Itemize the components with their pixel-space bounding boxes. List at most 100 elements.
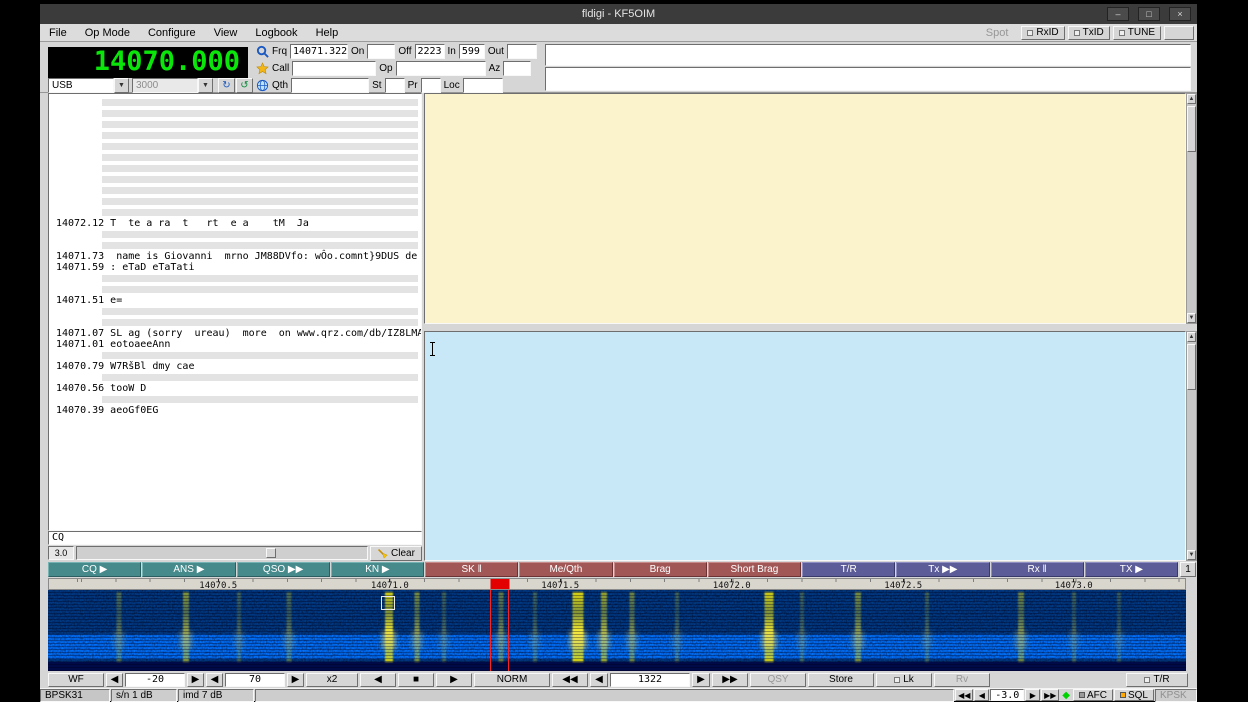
browser-channel-row[interactable]: 14070.39 aeoGf0EG: [50, 405, 420, 416]
scroll-right-button[interactable]: ▶: [436, 673, 472, 687]
offset-fast-down-button[interactable]: ◀◀: [955, 689, 973, 701]
lower-db-decrease-button[interactable]: ◀: [106, 673, 123, 687]
range-db-decrease-button[interactable]: ◀: [206, 673, 223, 687]
titlebar[interactable]: fldigi - KF5OIM – □ ×: [40, 4, 1197, 24]
menu-logbook[interactable]: Logbook: [246, 24, 306, 41]
qth-field[interactable]: [291, 78, 369, 93]
squelch-slider-thumb[interactable]: [266, 548, 276, 558]
az-field[interactable]: [503, 61, 531, 76]
browser-channel-row-empty[interactable]: [50, 185, 420, 196]
st-field[interactable]: [385, 78, 405, 93]
speed-norm-button[interactable]: NORM: [474, 673, 550, 687]
browser-channel-row-empty[interactable]: [50, 141, 420, 152]
wf-mode-button[interactable]: WF: [48, 673, 104, 687]
rst-in-field[interactable]: 599: [459, 44, 485, 59]
bandwidth-combo[interactable]: 3000 ▼: [132, 78, 213, 93]
mode-combo[interactable]: USB ▼: [48, 78, 129, 93]
tx-scroll-track[interactable]: [1187, 342, 1196, 550]
afc-toggle[interactable]: AFC: [1073, 689, 1113, 701]
browser-channel-row-empty[interactable]: [50, 350, 420, 361]
spot-button[interactable]: Spot: [976, 27, 1019, 39]
browser-squelch-value[interactable]: 3.0: [48, 546, 74, 560]
browser-channel-row-empty[interactable]: [50, 152, 420, 163]
offset-value[interactable]: -3.0: [990, 689, 1024, 701]
browser-channel-row-empty[interactable]: [50, 273, 420, 284]
carrier-fast-down-button[interactable]: ◀◀: [552, 673, 588, 687]
tx-scrollbar[interactable]: ▲ ▼: [1186, 331, 1197, 561]
carrier-fast-up-button[interactable]: ▶▶: [712, 673, 748, 687]
notes-field-top[interactable]: [545, 44, 1191, 66]
rx-scroll-thumb[interactable]: [1187, 106, 1196, 152]
macro-button[interactable]: T/R: [802, 562, 895, 577]
rx-scroll-track[interactable]: [1187, 104, 1196, 313]
browser-channel-row-empty[interactable]: [50, 306, 420, 317]
chevron-down-icon[interactable]: ▼: [198, 78, 213, 93]
browser-channel-row[interactable]: 14071.73 name is Giovanni mrno JM88DVfo:…: [50, 251, 420, 262]
browser-channel-row-empty[interactable]: [50, 174, 420, 185]
scroll-up-icon[interactable]: ▲: [1187, 94, 1196, 104]
browser-channel-row-empty[interactable]: [50, 130, 420, 141]
browser-channel-row-empty[interactable]: [50, 372, 420, 383]
macro-button[interactable]: CQ ▶: [48, 562, 141, 577]
browser-channel-row[interactable]: 14071.59 : eTaD eTaTati: [50, 262, 420, 273]
browser-channel-row[interactable]: 14070.79 W7RšBl dmy cae: [50, 361, 420, 372]
mode-status[interactable]: BPSK31: [40, 689, 110, 702]
sql-toggle[interactable]: SQL: [1114, 689, 1154, 701]
browser-clear-button[interactable]: Clear: [370, 546, 422, 561]
browser-channel-row-empty[interactable]: [50, 163, 420, 174]
rxid-toggle[interactable]: RxID: [1021, 26, 1064, 40]
macro-button[interactable]: SK ‖: [425, 562, 518, 577]
qsy-button[interactable]: QSY: [750, 673, 806, 687]
browser-search-field[interactable]: CQ: [48, 531, 422, 545]
menu-help[interactable]: Help: [307, 24, 348, 41]
browser-channel-row[interactable]: 14072.12 T te a ra t rt e a tM Ja: [50, 218, 420, 229]
tune-toggle[interactable]: TUNE: [1113, 26, 1161, 40]
macro-button[interactable]: TX ▶: [1085, 562, 1178, 577]
lock-toggle[interactable]: Lk: [876, 673, 932, 687]
zoom-button[interactable]: x2: [306, 673, 358, 687]
reverse-button[interactable]: Rv: [934, 673, 990, 687]
vfo-display[interactable]: 14070.000: [48, 47, 248, 78]
offset-up-button[interactable]: ▶: [1025, 689, 1040, 701]
browser-channel-row-empty[interactable]: [50, 284, 420, 295]
tx-text-area[interactable]: [424, 331, 1186, 561]
rx-scrollbar[interactable]: ▲ ▼: [1186, 93, 1197, 324]
browser-channel-row-empty[interactable]: [50, 317, 420, 328]
scroll-down-icon[interactable]: ▼: [1187, 550, 1196, 560]
scroll-up-icon[interactable]: ▲: [1187, 332, 1196, 342]
menu-file[interactable]: File: [40, 24, 76, 41]
browser-channel-row-empty[interactable]: [50, 240, 420, 251]
frequency-field[interactable]: 14071.322: [290, 44, 348, 59]
globe-icon[interactable]: [256, 79, 269, 92]
macro-button[interactable]: Me/Qth: [519, 562, 612, 577]
range-db-increase-button[interactable]: ▶: [287, 673, 304, 687]
browser-channel-row-empty[interactable]: [50, 207, 420, 218]
macro-button[interactable]: Rx ‖: [991, 562, 1084, 577]
rx-text-area[interactable]: [424, 93, 1186, 324]
macro-button[interactable]: Short Brag: [708, 562, 801, 577]
wf-ruler[interactable]: 14070.514071.014071.514072.014072.514073…: [48, 578, 1186, 590]
menu-configure[interactable]: Configure: [139, 24, 205, 41]
chevron-down-icon[interactable]: ▼: [114, 78, 129, 93]
browser-channel-row[interactable]: 14071.01 eotoaeeAnn: [50, 339, 420, 350]
menu-op-mode[interactable]: Op Mode: [76, 24, 139, 41]
lower-db-increase-button[interactable]: ▶: [187, 673, 204, 687]
waterfall-display[interactable]: [48, 590, 1186, 671]
rig-refresh-button[interactable]: ↻: [218, 78, 235, 93]
store-button[interactable]: Store: [808, 673, 874, 687]
minimize-button[interactable]: –: [1107, 7, 1129, 21]
macro-button[interactable]: KN ▶: [331, 562, 424, 577]
search-icon[interactable]: [256, 45, 269, 58]
rx-tx-splitter[interactable]: [424, 324, 1197, 331]
scroll-down-icon[interactable]: ▼: [1187, 313, 1196, 323]
menu-view[interactable]: View: [205, 24, 247, 41]
close-button[interactable]: ×: [1169, 7, 1191, 21]
tx-scroll-thumb[interactable]: [1187, 344, 1196, 390]
txrx-toggle[interactable]: T/R: [1126, 673, 1188, 687]
browser-squelch-slider[interactable]: [76, 546, 368, 560]
star-icon[interactable]: [256, 62, 269, 75]
carrier-up-button[interactable]: ▶: [692, 673, 710, 687]
browser-channel-row-empty[interactable]: [50, 229, 420, 240]
carrier-frequency-value[interactable]: 1322: [610, 673, 690, 687]
center-stop-button[interactable]: ■: [398, 673, 434, 687]
